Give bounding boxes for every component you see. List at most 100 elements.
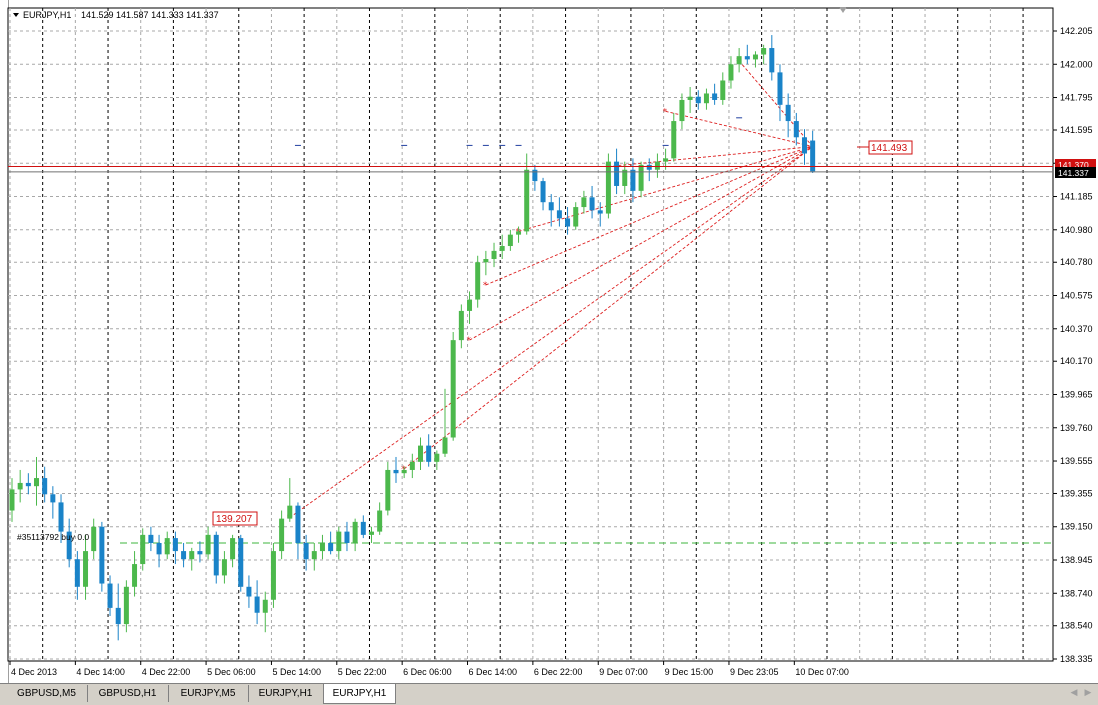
candle-body bbox=[336, 531, 342, 552]
candle-body bbox=[319, 542, 325, 552]
candle-body bbox=[597, 210, 603, 214]
candle-body bbox=[409, 461, 415, 470]
x-tick-label: 5 Dec 14:00 bbox=[272, 667, 321, 677]
tab-eurjpy-m5[interactable]: EURJPY,M5 bbox=[168, 685, 249, 702]
candle-body bbox=[769, 48, 775, 73]
candle-body bbox=[123, 586, 129, 625]
candle-body bbox=[752, 54, 758, 60]
candle-body bbox=[703, 93, 709, 104]
candle-body bbox=[132, 564, 138, 587]
tab-gbpusd-h1[interactable]: GBPUSD,H1 bbox=[87, 685, 169, 702]
candle-body bbox=[368, 531, 374, 535]
candle-body bbox=[115, 607, 121, 625]
candle-body bbox=[540, 181, 546, 203]
candle-body bbox=[581, 197, 587, 208]
candle-body bbox=[295, 505, 301, 543]
candle-body bbox=[654, 161, 660, 170]
candle-body bbox=[287, 505, 293, 519]
candle-body bbox=[172, 538, 178, 552]
candle-body bbox=[499, 246, 505, 251]
x-tick-label: 9 Dec 07:00 bbox=[599, 667, 648, 677]
x-tick-label: 6 Dec 22:00 bbox=[534, 667, 583, 677]
y-tick-label: 140.170 bbox=[1060, 356, 1093, 366]
candle-body bbox=[25, 482, 31, 487]
y-tick-label: 141.595 bbox=[1060, 125, 1093, 135]
candle-body bbox=[50, 494, 56, 503]
x-tick-label: 4 Dec 2013 bbox=[11, 667, 57, 677]
candle-body bbox=[377, 510, 383, 532]
candle-body bbox=[491, 250, 497, 259]
candle-body bbox=[426, 445, 432, 462]
candle-body bbox=[744, 56, 750, 60]
candle-body bbox=[17, 482, 23, 490]
plot-area[interactable] bbox=[7, 7, 1054, 662]
candle-body bbox=[450, 340, 456, 438]
candle-body bbox=[181, 551, 187, 560]
candle-body bbox=[605, 161, 611, 214]
candle-body bbox=[352, 521, 358, 543]
y-tick-label: 138.335 bbox=[1060, 654, 1093, 664]
candle-body bbox=[589, 197, 595, 211]
candle-body bbox=[687, 96, 693, 100]
candle-body bbox=[793, 121, 799, 138]
price-boxes: 141.370 141.337 bbox=[1055, 159, 1096, 178]
candle-body bbox=[91, 526, 97, 552]
candle-body bbox=[695, 96, 701, 104]
y-tick-label: 142.205 bbox=[1060, 26, 1093, 36]
candle-body bbox=[197, 551, 203, 555]
candle-body bbox=[467, 299, 473, 311]
y-tick-label: 142.000 bbox=[1060, 59, 1093, 69]
ohlc-readout: 141.529 141.587 141.333 141.337 bbox=[81, 10, 219, 20]
x-tick-label: 5 Dec 22:00 bbox=[338, 667, 387, 677]
x-tick-label: 4 Dec 14:00 bbox=[76, 667, 125, 677]
candle-body bbox=[630, 169, 636, 191]
x-tick-label: 9 Dec 23:05 bbox=[730, 667, 779, 677]
tab-eurjpy-h1-active[interactable]: EURJPY,H1 bbox=[323, 684, 396, 704]
fib-start-tag[interactable]: 139.207 bbox=[212, 511, 258, 526]
y-tick-label: 141.185 bbox=[1060, 192, 1093, 202]
candle-body bbox=[556, 210, 562, 219]
candle-body bbox=[736, 56, 742, 65]
fib-end-tag-text: 141.493 bbox=[871, 143, 908, 154]
candle-body bbox=[418, 445, 423, 462]
candle-body bbox=[393, 469, 399, 474]
candle-body bbox=[401, 469, 407, 474]
y-tick-label: 140.370 bbox=[1060, 324, 1093, 334]
candle-body bbox=[360, 521, 366, 535]
candle-body bbox=[270, 551, 276, 600]
candle-body bbox=[614, 161, 620, 186]
candle-body bbox=[254, 596, 260, 613]
candle-body bbox=[58, 502, 64, 532]
candle-body bbox=[516, 231, 522, 235]
candlestick-chart[interactable]: ******** 142.205142.000141.795141.595141… bbox=[0, 0, 1098, 683]
y-tick-label: 139.355 bbox=[1060, 488, 1093, 498]
candle-body bbox=[140, 534, 146, 565]
candle-body bbox=[548, 202, 554, 211]
tab-eurjpy-h1[interactable]: EURJPY,H1 bbox=[248, 685, 324, 702]
order-label: #35113792 buy 0.0 bbox=[17, 532, 89, 542]
candle-body bbox=[213, 534, 219, 576]
candle-body bbox=[99, 526, 105, 584]
candle-body bbox=[221, 559, 227, 576]
symbol-label: EURJPY,H1 bbox=[23, 10, 71, 20]
candle-body bbox=[777, 72, 783, 105]
x-tick-label: 4 Dec 22:00 bbox=[142, 667, 191, 677]
y-tick-label: 139.555 bbox=[1060, 456, 1093, 466]
candle-body bbox=[262, 599, 268, 613]
candle-body bbox=[442, 437, 448, 454]
candle-body bbox=[638, 164, 644, 191]
candle-body bbox=[565, 218, 571, 227]
candle-body bbox=[189, 551, 195, 560]
fib-anchor-icon: * bbox=[483, 281, 488, 291]
candle-body bbox=[9, 489, 15, 511]
candle-body bbox=[671, 121, 677, 159]
scroll-right-icon[interactable]: ▶ bbox=[1082, 687, 1094, 700]
candle-body bbox=[458, 310, 464, 341]
x-tick-label: 5 Dec 06:00 bbox=[207, 667, 256, 677]
y-tick-label: 140.980 bbox=[1060, 225, 1093, 235]
fib-anchor-icon: * bbox=[663, 107, 668, 117]
scroll-left-icon[interactable]: ◀ bbox=[1068, 687, 1080, 700]
bid-price-label: 141.337 bbox=[1058, 168, 1089, 178]
candle-body bbox=[238, 538, 244, 587]
tab-gbpusd-m5[interactable]: GBPUSD,M5 bbox=[6, 685, 88, 702]
